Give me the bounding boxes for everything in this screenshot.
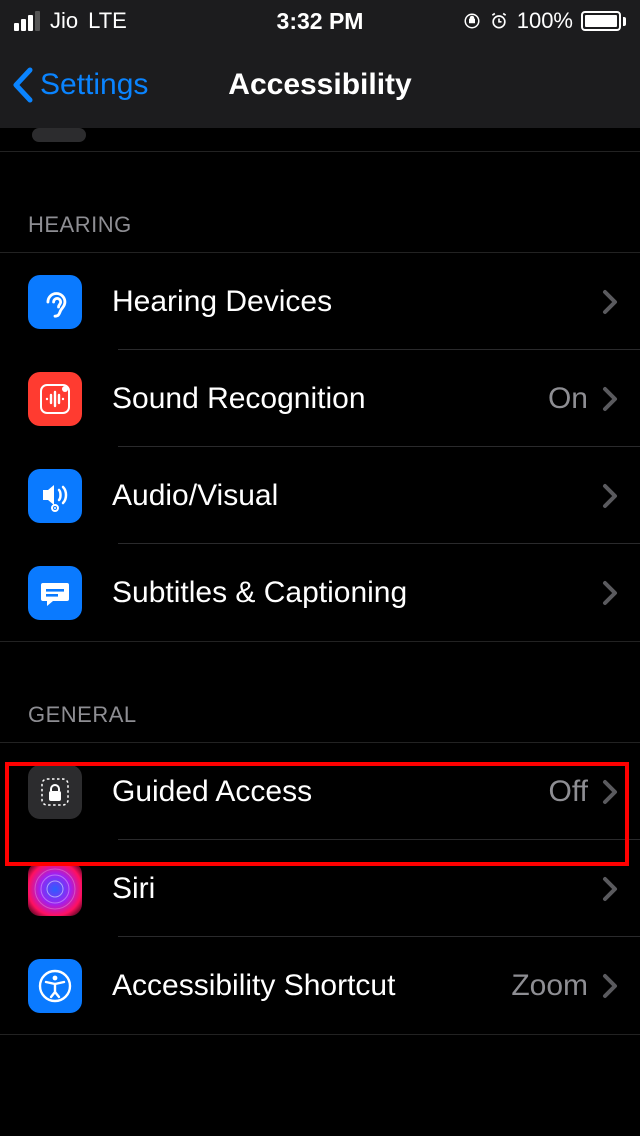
alarm-icon xyxy=(489,11,509,31)
row-label: Sound Recognition xyxy=(112,382,548,416)
group-general: Guided Access Off Siri Accessibility Sho… xyxy=(0,742,640,1035)
section-header-general: GENERAL xyxy=(0,642,640,742)
carrier-label: Jio xyxy=(50,8,78,34)
row-label: Accessibility Shortcut xyxy=(112,969,511,1003)
row-sound-recognition[interactable]: Sound Recognition On xyxy=(0,350,640,447)
section-header-hearing: HEARING xyxy=(0,152,640,252)
guided-access-icon xyxy=(28,765,82,819)
row-label: Hearing Devices xyxy=(112,285,602,319)
row-label: Siri xyxy=(112,872,602,906)
back-button[interactable]: Settings xyxy=(0,66,148,104)
group-hearing: Hearing Devices Sound Recognition On Aud… xyxy=(0,252,640,642)
row-guided-access[interactable]: Guided Access Off xyxy=(0,743,640,840)
row-subtitles-captioning[interactable]: Subtitles & Captioning xyxy=(0,544,640,641)
chevron-right-icon xyxy=(602,289,618,315)
nav-bar: Settings Accessibility xyxy=(0,42,640,128)
row-audio-visual[interactable]: Audio/Visual xyxy=(0,447,640,544)
back-label: Settings xyxy=(40,68,148,102)
network-label: LTE xyxy=(88,8,127,34)
battery-percent: 100% xyxy=(517,8,573,34)
cellular-signal-icon xyxy=(14,11,40,31)
battery-icon xyxy=(581,11,626,31)
row-label: Audio/Visual xyxy=(112,479,602,513)
audio-visual-icon xyxy=(28,469,82,523)
sound-recognition-icon xyxy=(28,372,82,426)
chevron-right-icon xyxy=(602,580,618,606)
chevron-right-icon xyxy=(602,876,618,902)
row-value: Off xyxy=(549,775,588,809)
row-value: On xyxy=(548,382,588,416)
row-value: Zoom xyxy=(511,969,588,1003)
row-label: Subtitles & Captioning xyxy=(112,576,602,610)
row-accessibility-shortcut[interactable]: Accessibility Shortcut Zoom xyxy=(0,937,640,1034)
chevron-left-icon xyxy=(10,66,34,104)
row-label: Guided Access xyxy=(112,775,549,809)
orientation-lock-icon xyxy=(463,12,481,30)
accessibility-icon xyxy=(28,959,82,1013)
clock: 3:32 PM xyxy=(218,8,422,35)
siri-icon xyxy=(28,862,82,916)
chevron-right-icon xyxy=(602,483,618,509)
chevron-right-icon xyxy=(602,386,618,412)
partial-row-fragment xyxy=(0,128,640,152)
status-bar: Jio LTE 3:32 PM 100% xyxy=(0,0,640,42)
row-hearing-devices[interactable]: Hearing Devices xyxy=(0,253,640,350)
row-siri[interactable]: Siri xyxy=(0,840,640,937)
subtitles-icon xyxy=(28,566,82,620)
ear-icon xyxy=(28,275,82,329)
chevron-right-icon xyxy=(602,973,618,999)
chevron-right-icon xyxy=(602,779,618,805)
